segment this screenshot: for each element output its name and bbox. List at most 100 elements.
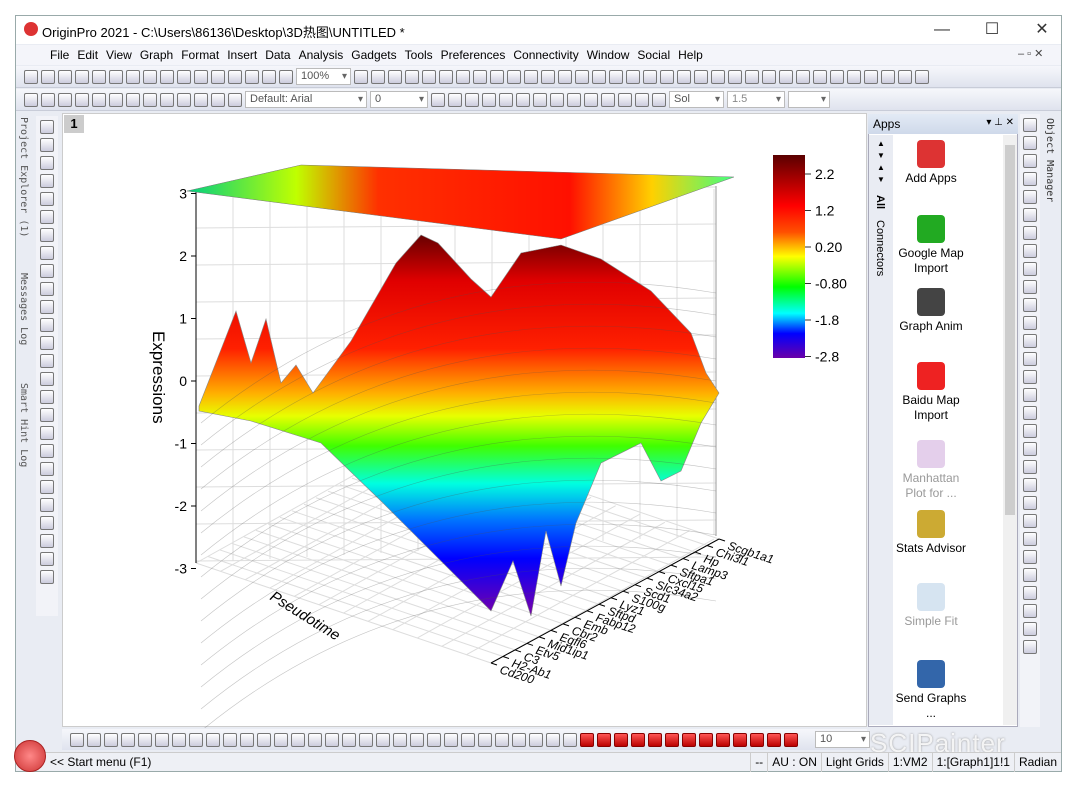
3d-rotate-icon[interactable] [665, 732, 679, 747]
close-button[interactable]: ✕ [1022, 18, 1062, 42]
maximize-button[interactable]: ☐ [972, 18, 1012, 42]
color-combo[interactable] [788, 91, 830, 108]
graph-tool-icon[interactable] [155, 732, 169, 747]
toolbar-button-icon[interactable] [864, 69, 878, 84]
start-menu-hint[interactable]: << Start menu (F1) [16, 755, 750, 769]
graph-tool-icon[interactable] [427, 732, 441, 747]
graph-tool-icon[interactable] [410, 732, 424, 747]
toolbar-button-icon[interactable] [75, 92, 89, 107]
graph-tool-icon[interactable] [393, 732, 407, 747]
rotation-tool-icon[interactable] [1023, 640, 1037, 654]
menu-graph[interactable]: Graph [136, 48, 177, 62]
menu-file[interactable]: File [46, 48, 73, 62]
toolbar-button-icon[interactable] [24, 92, 38, 107]
3d-rotate-icon[interactable] [614, 732, 628, 747]
graph-tool-icon[interactable] [308, 732, 322, 747]
graph-tool-icon[interactable] [87, 732, 101, 747]
graph-tool-icon[interactable] [223, 732, 237, 747]
app-item[interactable]: Google Map Import [893, 215, 969, 276]
graph-tool-icon[interactable] [189, 732, 203, 747]
tool-icon[interactable] [40, 264, 54, 278]
tool-icon[interactable] [40, 192, 54, 206]
3d-rotate-icon[interactable] [682, 732, 696, 747]
toolbar-button-icon[interactable] [388, 69, 402, 84]
rotation-tool-icon[interactable] [1023, 370, 1037, 384]
tool-icon[interactable] [40, 174, 54, 188]
rotation-tool-icon[interactable] [1023, 460, 1037, 474]
rotation-tool-icon[interactable] [1023, 622, 1037, 636]
toolbar-button-icon[interactable] [41, 69, 55, 84]
toolbar-button-icon[interactable] [473, 69, 487, 84]
toolbar-button-icon[interactable] [405, 69, 419, 84]
toolbar-button-icon[interactable] [898, 69, 912, 84]
app-item[interactable]: Send Graphs ... [893, 660, 969, 721]
toolbar-button-icon[interactable] [143, 69, 157, 84]
rotation-tool-icon[interactable] [1023, 208, 1037, 222]
graph-tool-icon[interactable] [461, 732, 475, 747]
toolbar-button-icon[interactable] [58, 69, 72, 84]
tool-icon[interactable] [40, 210, 54, 224]
toolbar-button-icon[interactable] [796, 69, 810, 84]
rotation-tool-icon[interactable] [1023, 496, 1037, 510]
menu-format[interactable]: Format [177, 48, 223, 62]
toolbar-button-icon[interactable] [813, 69, 827, 84]
rotation-tool-icon[interactable] [1023, 478, 1037, 492]
tool-icon[interactable] [40, 156, 54, 170]
toolbar-button-icon[interactable] [541, 69, 555, 84]
panel-pin-close-icons[interactable]: ▾ ⊥ ✕ [986, 117, 1014, 128]
toolbar-button-icon[interactable] [643, 69, 657, 84]
graph-tool-icon[interactable] [529, 732, 543, 747]
toolbar-button-icon[interactable] [371, 69, 385, 84]
bottom-value-combo[interactable]: 10 [815, 731, 870, 748]
tool-icon[interactable] [40, 138, 54, 152]
rotation-tool-icon[interactable] [1023, 514, 1037, 528]
tab-all[interactable]: All [874, 195, 886, 209]
toolbar-button-icon[interactable] [143, 92, 157, 107]
toolbar-button-icon[interactable] [177, 92, 191, 107]
graph-tool-icon[interactable] [291, 732, 305, 747]
rotation-tool-icon[interactable] [1023, 568, 1037, 582]
text-format-icon[interactable] [465, 92, 479, 107]
tab-scroll-arrows[interactable]: ▲ ▼ ▲ ▼ [869, 138, 893, 186]
text-format-icon[interactable] [516, 92, 530, 107]
rotation-tool-icon[interactable] [1023, 280, 1037, 294]
toolbar-button-icon[interactable] [609, 69, 623, 84]
text-format-icon[interactable] [601, 92, 615, 107]
toolbar-button-icon[interactable] [109, 92, 123, 107]
3d-rotate-icon[interactable] [597, 732, 611, 747]
tool-icon[interactable] [40, 390, 54, 404]
text-format-icon[interactable] [533, 92, 547, 107]
app-item[interactable]: Add Apps [893, 140, 969, 186]
graph-tool-icon[interactable] [495, 732, 509, 747]
toolbar-button-icon[interactable] [422, 69, 436, 84]
rotation-tool-icon[interactable] [1023, 154, 1037, 168]
tool-icon[interactable] [40, 462, 54, 476]
rotation-tool-icon[interactable] [1023, 298, 1037, 312]
tool-icon[interactable] [40, 480, 54, 494]
3d-rotate-icon[interactable] [648, 732, 662, 747]
toolbar-button-icon[interactable] [211, 69, 225, 84]
menu-edit[interactable]: Edit [73, 48, 102, 62]
toolbar-button-icon[interactable] [677, 69, 691, 84]
graph-tool-icon[interactable] [359, 732, 373, 747]
rotation-tool-icon[interactable] [1023, 226, 1037, 240]
rotation-tool-icon[interactable] [1023, 244, 1037, 258]
toolbar-button-icon[interactable] [728, 69, 742, 84]
3d-rotate-icon[interactable] [580, 732, 594, 747]
graph-tool-icon[interactable] [121, 732, 135, 747]
rotation-tool-icon[interactable] [1023, 190, 1037, 204]
rotation-tool-icon[interactable] [1023, 388, 1037, 402]
mdi-controls[interactable]: – ▫ ✕ [1018, 47, 1043, 60]
toolbar-button-icon[interactable] [575, 69, 589, 84]
rotation-tool-icon[interactable] [1023, 136, 1037, 150]
toolbar-button-icon[interactable] [830, 69, 844, 84]
rotation-tool-icon[interactable] [1023, 352, 1037, 366]
toolbar-button-icon[interactable] [24, 69, 38, 84]
toolbar-button-icon[interactable] [456, 69, 470, 84]
text-format-icon[interactable] [584, 92, 598, 107]
graph-tool-icon[interactable] [104, 732, 118, 747]
toolbar-button-icon[interactable] [660, 69, 674, 84]
3d-rotate-icon[interactable] [784, 732, 798, 747]
font-combo[interactable]: Default: Arial [245, 91, 367, 108]
menu-tools[interactable]: Tools [401, 48, 437, 62]
